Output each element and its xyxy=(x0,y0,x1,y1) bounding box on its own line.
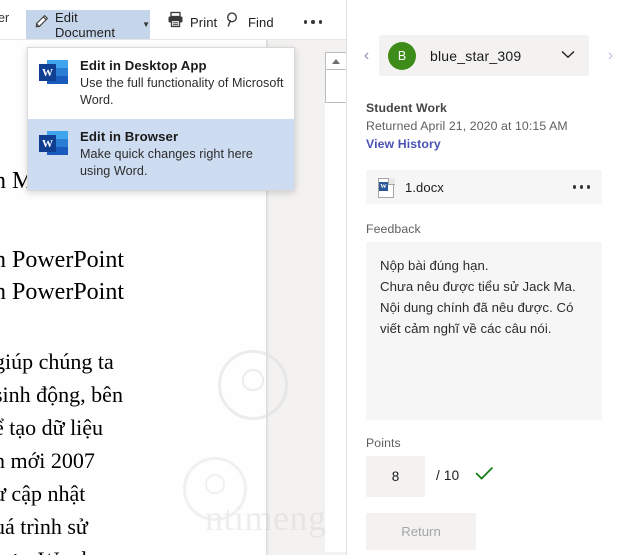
student-selector[interactable]: B blue_star_309 xyxy=(379,35,589,76)
search-icon xyxy=(225,11,242,33)
find-label: Find xyxy=(248,14,274,30)
points-label: Points xyxy=(366,436,401,450)
returned-timestamp: Returned April 21, 2020 at 10:15 AM xyxy=(366,119,568,133)
feedback-line: Nộp bài đúng hạn. xyxy=(380,258,489,273)
find-button[interactable]: Find xyxy=(225,10,274,34)
return-button[interactable]: Return xyxy=(366,513,476,550)
document-line: giúp chúng ta xyxy=(0,349,114,374)
grading-pane: ‹ B blue_star_309 › Student Work Returne… xyxy=(347,0,621,555)
document-line: uá trình sử xyxy=(0,514,88,539)
dot-icon xyxy=(586,185,590,189)
checkmark-icon xyxy=(475,466,494,486)
toolbar-left-crumb[interactable]: er xyxy=(0,11,9,25)
file-more-options-button[interactable] xyxy=(572,185,590,189)
scrollbar-thumb[interactable] xyxy=(325,69,347,103)
edit-document-menu: W Edit in Desktop App Use the full funct… xyxy=(27,47,295,191)
feedback-line: Nội dung chính đã nêu được. Có xyxy=(380,300,574,315)
document-line: ể tạo dữ liệu xyxy=(0,415,104,440)
chevron-down-icon xyxy=(561,50,575,62)
menu-item-description: Make quick changes right here using Word… xyxy=(80,147,253,178)
menu-item-edit-in-desktop-app[interactable]: W Edit in Desktop App Use the full funct… xyxy=(28,48,294,119)
document-scrollbar[interactable] xyxy=(325,52,347,552)
scroll-up-button[interactable] xyxy=(325,52,347,70)
view-history-link[interactable]: View History xyxy=(366,137,441,151)
document-toolbar: er Edit Document ▼ Print Find xyxy=(0,0,347,40)
student-work-title: Student Work xyxy=(366,101,447,115)
student-navigator: ‹ B blue_star_309 › xyxy=(358,35,613,76)
attached-file-card[interactable]: W 1.docx xyxy=(366,170,602,204)
dot-icon xyxy=(303,20,308,24)
student-name: blue_star_309 xyxy=(430,47,522,64)
print-button[interactable]: Print xyxy=(167,10,217,34)
document-pane: n Microsoft n PowerPoint n PowerPoint gi… xyxy=(0,0,347,555)
menu-item-description: Use the full functionality of Microsoft … xyxy=(80,76,284,107)
chevron-down-icon: ▼ xyxy=(142,19,150,29)
more-options-button[interactable] xyxy=(300,14,326,30)
next-student-icon[interactable]: › xyxy=(602,35,619,76)
points-total: / 10 xyxy=(436,468,460,483)
document-line: hơn. Word xyxy=(0,547,87,555)
previous-student-icon[interactable]: ‹ xyxy=(358,35,375,76)
menu-item-title: Edit in Browser xyxy=(80,129,179,144)
edit-document-label: Edit Document xyxy=(55,9,116,40)
feedback-line: viết cảm nghĩ về các câu nói. xyxy=(380,321,552,336)
app-window: n Microsoft n PowerPoint n PowerPoint gi… xyxy=(0,0,621,555)
points-input[interactable]: 8 xyxy=(366,456,425,497)
docx-file-icon: W xyxy=(378,177,395,198)
word-icon: W xyxy=(39,58,68,87)
document-line: n PowerPoint xyxy=(0,247,125,273)
document-line: n mới 2007 xyxy=(0,448,95,473)
menu-item-edit-in-browser[interactable]: W Edit in Browser Make quick changes rig… xyxy=(28,119,294,190)
dot-icon xyxy=(311,20,315,24)
feedback-label: Feedback xyxy=(366,222,421,236)
file-name: 1.docx xyxy=(405,179,444,195)
printer-icon xyxy=(167,11,184,33)
pencil-icon xyxy=(33,14,49,35)
watermark-bulb-icon xyxy=(218,350,288,420)
document-line: ư cập nhật xyxy=(0,481,86,506)
print-label: Print xyxy=(190,14,218,30)
word-icon: W xyxy=(39,129,68,158)
feedback-textarea[interactable]: Nộp bài đúng hạn. Chưa nêu được tiểu sử … xyxy=(366,242,602,420)
triangle-up-icon xyxy=(332,58,340,64)
dot-icon xyxy=(318,20,323,24)
document-line: n PowerPoint xyxy=(0,279,125,305)
dot-icon xyxy=(579,185,583,189)
menu-item-title: Edit in Desktop App xyxy=(80,58,207,73)
edit-document-button[interactable]: Edit Document ▼ xyxy=(26,9,150,40)
document-line: sinh động, bên xyxy=(0,382,123,407)
avatar: B xyxy=(388,41,416,70)
dot-icon xyxy=(572,185,576,189)
feedback-line: Chưa nêu được tiểu sử Jack Ma. xyxy=(380,279,576,294)
